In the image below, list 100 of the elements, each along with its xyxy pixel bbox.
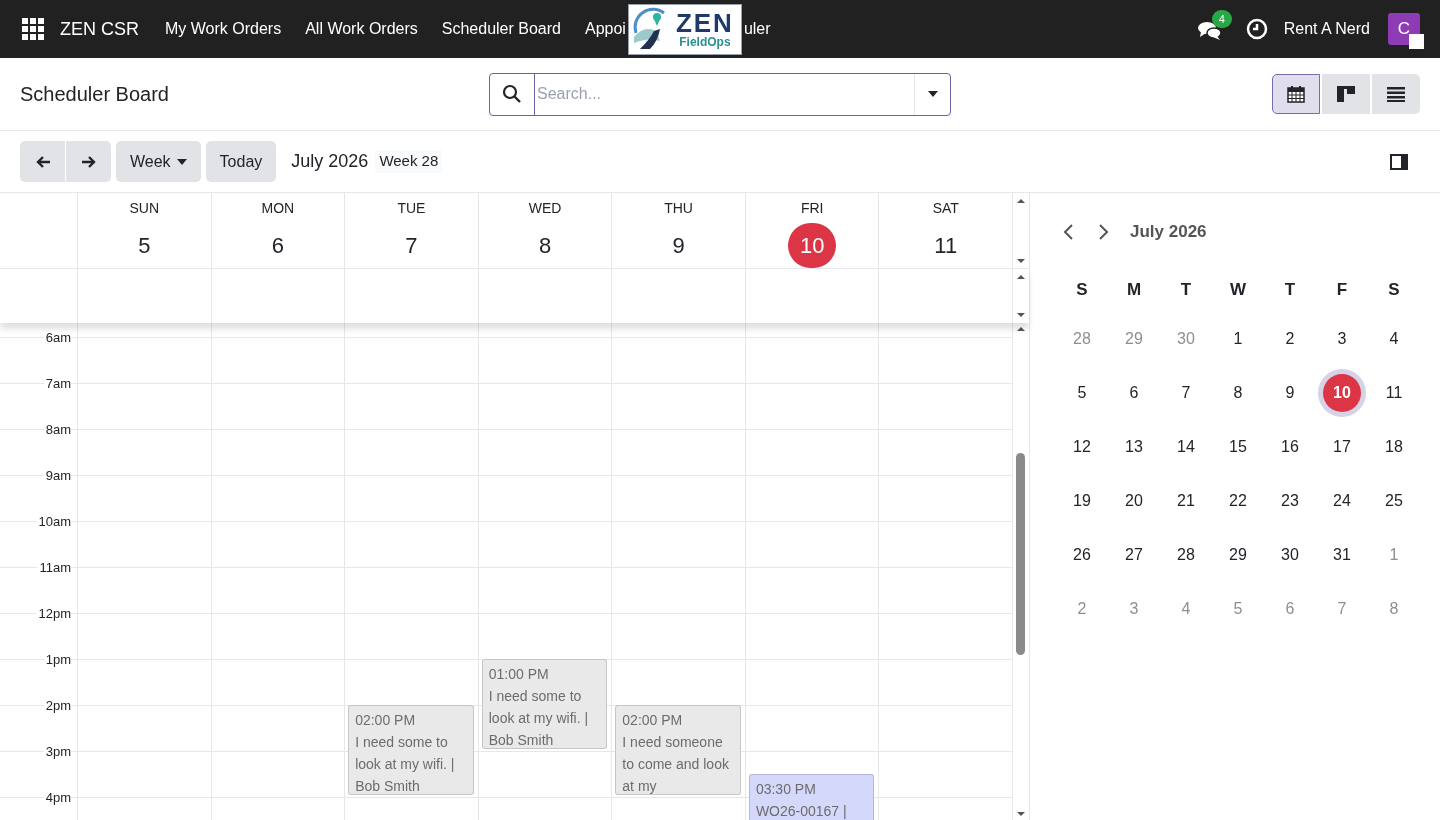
search-icon bbox=[502, 84, 522, 104]
weekday-label: W bbox=[1228, 278, 1247, 301]
caret-icon bbox=[176, 158, 187, 165]
day-name: THU bbox=[664, 199, 693, 218]
date-cell[interactable]: 8 bbox=[1219, 373, 1257, 412]
date-cell[interactable]: 9 bbox=[1271, 373, 1309, 412]
day-number: 10 bbox=[788, 223, 837, 268]
date-cell[interactable]: 14 bbox=[1167, 427, 1205, 466]
date-cell[interactable]: 28 bbox=[1167, 535, 1205, 574]
date-cell[interactable]: 30 bbox=[1271, 535, 1309, 574]
calendar-icon bbox=[1287, 85, 1305, 103]
day-number: 5 bbox=[137, 232, 152, 260]
next-button[interactable] bbox=[66, 141, 111, 182]
search-field[interactable]: Search... bbox=[489, 72, 951, 116]
date-cell[interactable]: 17 bbox=[1323, 427, 1361, 466]
weekday-label: S bbox=[1075, 278, 1089, 301]
event-time: 01:00 PM bbox=[488, 665, 550, 684]
hour-label: 3pm bbox=[43, 744, 71, 760]
day-name: SAT bbox=[932, 199, 959, 218]
view-kanban-button[interactable] bbox=[1322, 74, 1370, 114]
hour-label: 2pm bbox=[43, 698, 71, 714]
date-cell[interactable]: 25 bbox=[1375, 481, 1413, 520]
date-cell[interactable]: 16 bbox=[1271, 427, 1309, 466]
company-name[interactable]: Rent A Nerd bbox=[1281, 17, 1372, 41]
week-number: Week 28 bbox=[375, 150, 443, 173]
menu-item[interactable]: Appoi bbox=[584, 17, 626, 41]
date-cell[interactable]: 11 bbox=[1375, 373, 1413, 412]
clock-icon[interactable] bbox=[1245, 18, 1268, 40]
day-name: WED bbox=[528, 199, 562, 218]
period-title: July 2026 bbox=[291, 150, 369, 173]
arrow-right-icon bbox=[80, 154, 97, 169]
weekday-label: T bbox=[1283, 278, 1297, 301]
date-cell[interactable]: 20 bbox=[1115, 481, 1153, 520]
hour-label: 4pm bbox=[43, 790, 71, 806]
date-cell[interactable]: 22 bbox=[1219, 481, 1257, 520]
calendar-event[interactable]: 01:00 PM I need some to look at my wifi. | Bob Smith bbox=[481, 659, 608, 749]
weekday-label: T bbox=[1179, 278, 1193, 301]
day-number: 8 bbox=[537, 232, 553, 260]
date-cell[interactable]: 13 bbox=[1115, 427, 1153, 466]
notification-badge: 4 bbox=[1211, 10, 1232, 28]
date-cell[interactable]: 7 bbox=[1167, 373, 1205, 412]
calendar-event[interactable]: 02:00 PM I need someone to come and look at my bbox=[615, 705, 741, 795]
weekday-label: F bbox=[1335, 278, 1349, 301]
calendar-event[interactable]: 03:30 PM WO26-00167 | bbox=[748, 774, 875, 820]
day-name: TUE bbox=[397, 199, 426, 218]
date-cell[interactable]: 4 bbox=[1375, 319, 1413, 358]
view-calendar-button[interactable] bbox=[1272, 74, 1320, 114]
event-time: 02:00 PM bbox=[622, 711, 684, 730]
chevron-left-icon[interactable] bbox=[1062, 222, 1074, 241]
date-cell[interactable]: 1 bbox=[1219, 319, 1257, 358]
menu-item[interactable]: Scheduler Board bbox=[429, 17, 573, 41]
page-title: Scheduler Board bbox=[20, 82, 170, 107]
app-name[interactable]: ZEN CSR bbox=[58, 15, 141, 43]
menu-item[interactable]: uler bbox=[743, 17, 771, 41]
date-cell[interactable]: 23 bbox=[1271, 481, 1309, 520]
menu-item[interactable]: My Work Orders bbox=[153, 17, 294, 41]
event-time: 02:00 PM bbox=[355, 711, 417, 730]
date-cell[interactable]: 26 bbox=[1063, 535, 1101, 574]
date-cell[interactable]: 19 bbox=[1063, 481, 1101, 520]
hour-label: 1pm bbox=[43, 652, 71, 668]
event-title: I need some to look at my wifi. | Bob Smith bbox=[355, 733, 456, 794]
event-time: 03:30 PM bbox=[755, 780, 817, 799]
caret-icon[interactable] bbox=[927, 91, 938, 97]
date-cell[interactable]: 24 bbox=[1323, 481, 1361, 520]
date-cell[interactable]: 29 bbox=[1219, 535, 1257, 574]
date-cell[interactable]: 3 bbox=[1323, 319, 1361, 358]
menu-item[interactable]: All Work Orders bbox=[293, 17, 430, 41]
chevron-right-icon[interactable] bbox=[1098, 222, 1110, 241]
event-title: I need some to look at my wifi. | Bob Smith bbox=[488, 687, 590, 748]
weekday-label: S bbox=[1387, 278, 1401, 301]
weekday-label: M bbox=[1125, 278, 1143, 301]
day-name: SUN bbox=[129, 199, 160, 218]
date-cell[interactable]: 18 bbox=[1375, 427, 1413, 466]
search-input[interactable]: Search... bbox=[534, 73, 914, 115]
day-name: MON bbox=[261, 199, 295, 218]
day-number: 6 bbox=[270, 232, 285, 260]
sidebar-toggle-icon[interactable] bbox=[1390, 153, 1408, 170]
date-cell[interactable]: 27 bbox=[1115, 535, 1153, 574]
date-cell[interactable]: 31 bbox=[1323, 535, 1361, 574]
list-icon bbox=[1386, 86, 1406, 102]
today-button[interactable]: Today bbox=[205, 141, 277, 182]
scale-dropdown[interactable]: Week bbox=[116, 141, 201, 182]
date-cell[interactable]: 15 bbox=[1219, 427, 1257, 466]
apps-menu-icon[interactable] bbox=[22, 18, 44, 40]
view-list-button[interactable] bbox=[1372, 74, 1420, 114]
event-title: I need someone to come and look at my bbox=[622, 733, 730, 794]
date-cell[interactable]: 21 bbox=[1167, 481, 1205, 520]
date-cell[interactable]: 5 bbox=[1063, 373, 1101, 412]
day-name: FRI bbox=[800, 199, 824, 218]
previous-button[interactable] bbox=[20, 141, 65, 182]
date-cell[interactable]: 6 bbox=[1115, 373, 1153, 412]
date-cell[interactable]: 12 bbox=[1063, 427, 1101, 466]
event-title: WO26-00167 | bbox=[755, 802, 848, 820]
month-title: July 2026 bbox=[1130, 221, 1207, 243]
logo-title: ZEN bbox=[675, 10, 734, 36]
calendar-event[interactable]: 02:00 PM I need some to look at my wifi. | Bob Smith bbox=[348, 705, 474, 795]
arrow-left-icon bbox=[34, 154, 51, 169]
scrollbar-thumb[interactable] bbox=[1016, 453, 1026, 655]
kanban-icon bbox=[1336, 85, 1356, 103]
date-cell[interactable]: 2 bbox=[1271, 319, 1309, 358]
